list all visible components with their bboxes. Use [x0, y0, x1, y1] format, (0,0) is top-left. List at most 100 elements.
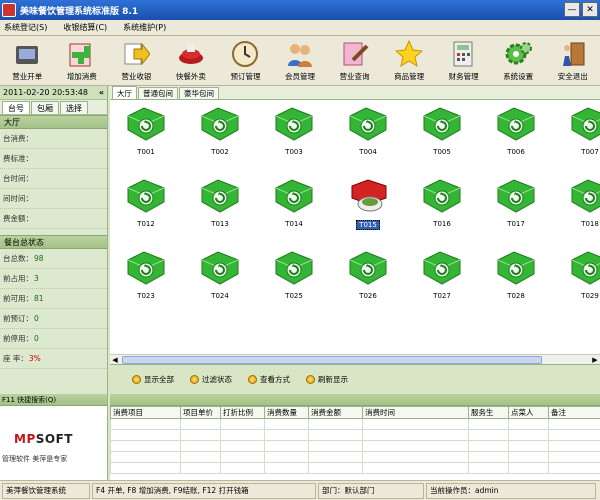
table-t002[interactable]: T002 [190, 104, 250, 174]
free-table-icon [127, 251, 165, 285]
free-table-icon [275, 107, 313, 141]
free-table-icon [571, 107, 600, 141]
table-cell [508, 462, 549, 474]
table-t016[interactable]: T016 [412, 176, 472, 246]
table-row[interactable] [110, 429, 600, 441]
exit-button[interactable]: 安全退出 [545, 36, 600, 84]
table-t007[interactable]: T007 [560, 104, 600, 174]
members-icon [285, 39, 315, 69]
menu-system-maintenance[interactable]: 系统维护(P) [123, 22, 166, 33]
column-header[interactable]: 备注 [548, 406, 600, 419]
current-datetime: 2011-02-20 20:53:48 [3, 88, 88, 97]
reservation-button[interactable]: 预订管理 [218, 36, 273, 84]
table-t024[interactable]: T024 [190, 248, 250, 318]
table-t004[interactable]: T004 [338, 104, 398, 174]
mpsoft-logo: MPSOFT [14, 432, 73, 446]
minimize-button[interactable]: — [564, 2, 580, 17]
hall-section-title: 大厅 [0, 115, 107, 129]
show-all-icon [132, 375, 141, 384]
horizontal-scrollbar[interactable]: ◀ ▶ [110, 354, 600, 364]
close-button[interactable]: ✕ [582, 2, 598, 17]
table-label: T004 [359, 148, 377, 156]
column-header[interactable]: 消费数量 [264, 406, 309, 419]
tab-hall[interactable]: 大厅 [112, 86, 137, 99]
finance-button[interactable]: 财务管理 [436, 36, 491, 84]
tab-deluxe-room[interactable]: 豪华包间 [179, 87, 219, 99]
column-header[interactable]: 消费时间 [362, 406, 469, 419]
filter-status-button[interactable]: 过滤状态 [190, 374, 232, 385]
table-label: T012 [137, 220, 155, 228]
query-button[interactable]: 营业查询 [327, 36, 382, 84]
table-cell [548, 462, 600, 474]
table-label: T013 [211, 220, 229, 228]
checkout-icon [121, 39, 151, 69]
goods-button[interactable]: 商品管理 [382, 36, 437, 84]
open-order-button[interactable]: 营业开单 [0, 36, 55, 84]
table-label: T005 [433, 148, 451, 156]
collapse-icon[interactable]: « [99, 88, 104, 97]
quick-search-panel: F11 快捷搜索(Q) MPSOFT 管理软件 美萍是专家 [0, 394, 108, 480]
table-cell [180, 429, 221, 441]
table-cell [264, 451, 309, 463]
table-t003[interactable]: T003 [264, 104, 324, 174]
table-t029[interactable]: T029 [560, 248, 600, 318]
refresh-button[interactable]: 刷新显示 [306, 374, 348, 385]
column-header[interactable]: 项目单价 [180, 406, 221, 419]
table-label: T028 [507, 292, 525, 300]
tool-label: 营业收银 [121, 72, 152, 81]
stat-value: 3% [28, 354, 41, 363]
tab-select[interactable]: 选择 [60, 101, 88, 114]
view-mode-button[interactable]: 查看方式 [248, 374, 290, 385]
free-table-icon [201, 251, 239, 285]
table-t013[interactable]: T013 [190, 176, 250, 246]
column-header[interactable]: 消费项目 [110, 406, 181, 419]
column-header[interactable]: 服务生 [468, 406, 509, 419]
show-all-button[interactable]: 显示全部 [132, 374, 174, 385]
order-items-table[interactable]: 消费项目 项目单价 打折比例 消费数量 消费金额 消费时间 服务生 点菜人 备注 [110, 406, 600, 474]
table-t027[interactable]: T027 [412, 248, 472, 318]
quick-search-header[interactable]: F11 快捷搜索(Q) [0, 394, 107, 406]
table-cell [508, 429, 549, 441]
table-cell [308, 440, 363, 452]
table-t025[interactable]: T025 [264, 248, 324, 318]
table-t028[interactable]: T028 [486, 248, 546, 318]
tab-private-room[interactable]: 包厢 [31, 101, 59, 114]
table-cell [362, 429, 469, 441]
table-t005[interactable]: T005 [412, 104, 472, 174]
table-t018[interactable]: T018 [560, 176, 600, 246]
main-panel: 大厅 普通包间 豪华包间 T001 T002 T003 T004 T005 T006 T00… [110, 86, 600, 394]
occupied-row: 前占用： 3 [0, 269, 107, 289]
table-t001[interactable]: T001 [116, 104, 176, 174]
table-t017[interactable]: T017 [486, 176, 546, 246]
column-header[interactable]: 打折比例 [220, 406, 265, 419]
table-row[interactable] [110, 462, 600, 474]
members-button[interactable]: 会员管理 [273, 36, 328, 84]
table-cell [110, 440, 181, 452]
takeout-button[interactable]: 快餐外卖 [164, 36, 219, 84]
table-label: T023 [137, 292, 155, 300]
table-t026[interactable]: T026 [338, 248, 398, 318]
table-t023[interactable]: T023 [116, 248, 176, 318]
menu-checkout[interactable]: 收银结算(C) [63, 22, 107, 33]
table-row[interactable] [110, 418, 600, 430]
add-consumption-button[interactable]: 增加消费 [55, 36, 110, 84]
table-cell [110, 429, 181, 441]
checkout-button[interactable]: 营业收银 [109, 36, 164, 84]
column-header[interactable]: 点菜人 [508, 406, 549, 419]
tab-table-number[interactable]: 台号 [2, 101, 30, 114]
status-bar: 美萍餐饮管理系统 F4 开单, F8 增加消费, F9结账, F12 打开钱箱 … [0, 480, 600, 500]
menu-system-register[interactable]: 系统登记(S) [4, 22, 47, 33]
column-header[interactable]: 消费金额 [308, 406, 363, 419]
table-cell [180, 440, 221, 452]
tab-normal-room[interactable]: 普通包间 [138, 87, 178, 99]
table-t015[interactable]: T015 [338, 176, 398, 246]
table-t006[interactable]: T006 [486, 104, 546, 174]
settings-button[interactable]: 系统设置 [491, 36, 546, 84]
table-t014[interactable]: T014 [264, 176, 324, 246]
free-table-icon [201, 179, 239, 213]
table-row[interactable] [110, 451, 600, 463]
table-cell [468, 451, 509, 463]
scroll-thumb[interactable] [122, 356, 542, 364]
table-t012[interactable]: T012 [116, 176, 176, 246]
table-row[interactable] [110, 440, 600, 452]
